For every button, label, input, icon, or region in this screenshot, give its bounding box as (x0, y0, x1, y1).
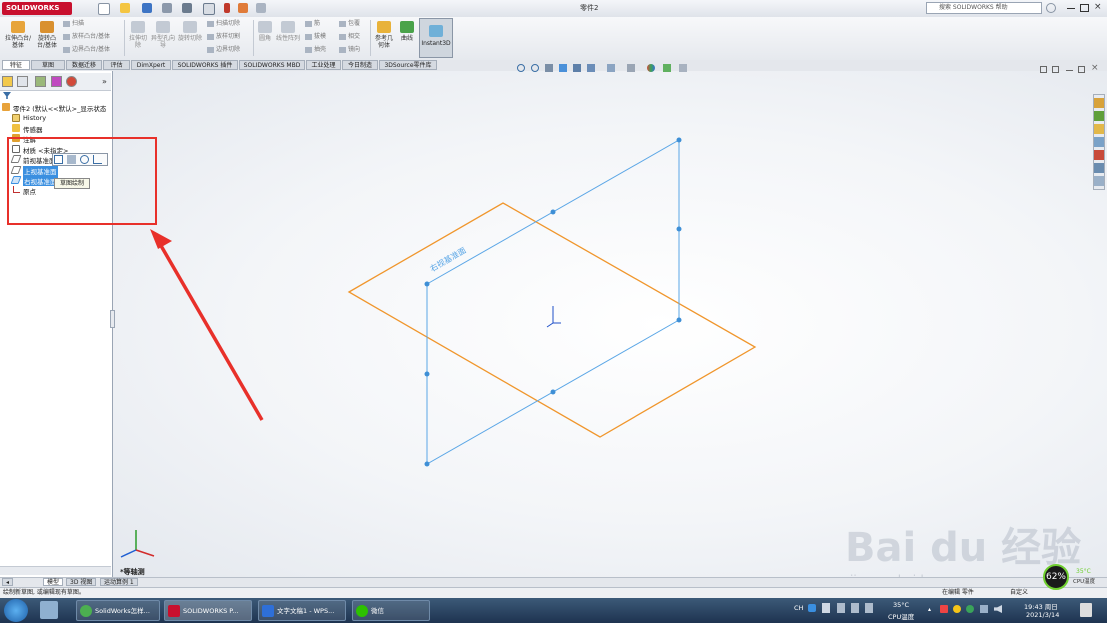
baidu-watermark: Bai du 经验 (845, 525, 1082, 571)
cpu-usage-gauge: 62% (1043, 564, 1069, 590)
design-library-icon[interactable] (1094, 111, 1104, 121)
status-units[interactable]: 自定义 (1010, 588, 1028, 598)
tray-temperature: 35°C (893, 601, 910, 609)
action-center-icon[interactable] (1080, 603, 1092, 617)
dimxpert-manager-tab-icon[interactable] (51, 76, 62, 87)
tray-app-icon[interactable] (940, 605, 948, 613)
ime-icon[interactable] (808, 604, 816, 612)
expand-panel-icon[interactable]: » (102, 77, 107, 86)
origin-marker[interactable] (546, 306, 561, 328)
show-desktop-icon[interactable] (40, 601, 58, 619)
wps-writer-icon (262, 605, 274, 617)
configuration-manager-tab-icon[interactable] (35, 76, 46, 87)
taskbar-item-browser[interactable]: SolidWorks怎样... (76, 600, 160, 621)
tab-motion-study[interactable]: 运动算例 1 (100, 578, 138, 586)
ime-toolbox-icon[interactable] (865, 603, 873, 613)
feature-manager-tab-icon[interactable] (2, 76, 13, 87)
document-tabs-bar (0, 577, 1107, 587)
taskbar-item-solidworks[interactable]: SOLIDWORKS P... (164, 600, 252, 621)
status-editing: 在编辑 零件 (942, 589, 974, 596)
property-manager-tab-icon[interactable] (17, 76, 28, 87)
tray-expand-icon[interactable]: ▴ (928, 606, 931, 613)
red-highlight-box (7, 137, 157, 225)
ime-settings-icon[interactable] (851, 603, 859, 613)
tree-root-part[interactable]: 零件2 (默认<<默认>_显示状态 (13, 103, 106, 113)
tray-app-icon[interactable] (966, 605, 974, 613)
start-button-icon[interactable] (4, 599, 28, 622)
view-orientation-label: *等轴测 (120, 568, 145, 576)
tree-item-history[interactable]: History (23, 114, 46, 122)
tray-app-icon[interactable] (953, 605, 961, 613)
panel-splitter-handle[interactable] (110, 310, 115, 328)
taskbar-item-wps[interactable]: 文字文稿1 - WPS... (258, 600, 346, 621)
taskbar-item-wechat[interactable]: 微信 (352, 600, 430, 621)
sensors-icon (12, 124, 20, 132)
plane-handles[interactable] (424, 137, 682, 467)
tab-nav-first-icon[interactable]: ◂ (2, 578, 14, 586)
custom-properties-icon[interactable] (1094, 163, 1104, 173)
appearances-icon[interactable] (1094, 150, 1104, 160)
tray-cpu-label: CPU温度 (888, 613, 915, 621)
display-manager-tab-icon[interactable] (66, 76, 77, 87)
cpu-temp-label: CPU温度 (1073, 579, 1096, 585)
status-message: 绘制新草图, 或编辑现有草图。 (3, 589, 85, 596)
part-icon (2, 103, 10, 111)
network-icon[interactable] (980, 605, 988, 613)
solidworks-resources-icon[interactable] (1094, 98, 1104, 108)
clock-date[interactable]: 2021/3/14 (1026, 611, 1059, 619)
solidworks-icon (168, 605, 180, 617)
top-plane[interactable] (347, 202, 757, 438)
wechat-icon (356, 605, 368, 617)
right-plane[interactable] (426, 139, 680, 465)
cpu-temp: 35°C (1076, 568, 1091, 575)
ime-punct-icon[interactable] (837, 603, 845, 613)
file-explorer-icon[interactable] (1094, 124, 1104, 134)
input-method-indicator[interactable]: CH (794, 604, 803, 612)
tab-3d-views[interactable]: 3D 视图 (66, 578, 97, 586)
history-icon (12, 114, 20, 122)
tree-item-sensors[interactable]: 传感器 (23, 124, 43, 134)
view-palette-icon[interactable] (1094, 137, 1104, 147)
clock-time[interactable]: 19:43 周日 (1024, 601, 1058, 611)
ime-mode-icon[interactable] (822, 603, 830, 613)
view-triad (120, 530, 155, 558)
forum-icon[interactable] (1094, 176, 1104, 186)
tab-model[interactable]: 模型 (43, 578, 64, 586)
red-annotation-arrow (150, 229, 264, 421)
panel-horizontal-scrollbar[interactable] (0, 566, 111, 575)
browser-icon (80, 605, 92, 617)
